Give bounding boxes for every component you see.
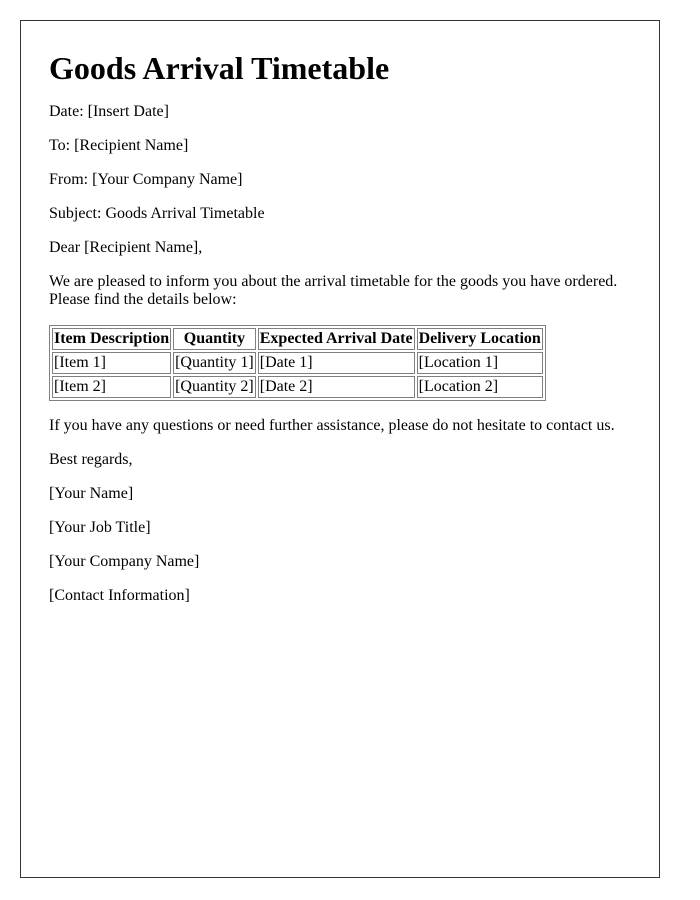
- table-row: [Item 2] [Quantity 2] [Date 2] [Location…: [52, 376, 543, 398]
- salutation: Dear [Recipient Name],: [49, 239, 203, 256]
- signature-company: [Your Company Name]: [49, 553, 200, 570]
- header-item-description: Item Description: [52, 328, 172, 350]
- signature-name: [Your Name]: [49, 485, 134, 502]
- header-quantity: Quantity: [173, 328, 256, 350]
- sign-off: Best regards,: [49, 451, 133, 468]
- intro-paragraph: We are pleased to inform you about the a…: [49, 273, 618, 308]
- cell-location: [Location 1]: [416, 352, 543, 374]
- cell-quantity: [Quantity 1]: [173, 352, 256, 374]
- cell-location: [Location 2]: [416, 376, 543, 398]
- from-line: From: [Your Company Name]: [49, 171, 243, 188]
- table-row: [Item 1] [Quantity 1] [Date 1] [Location…: [52, 352, 543, 374]
- subject-line: Subject: Goods Arrival Timetable: [49, 205, 265, 222]
- cell-quantity: [Quantity 2]: [173, 376, 256, 398]
- cell-date: [Date 1]: [257, 352, 415, 374]
- letter-page: Goods Arrival Timetable Date: [Insert Da…: [20, 20, 660, 878]
- document-title: Goods Arrival Timetable: [49, 50, 390, 86]
- date-line: Date: [Insert Date]: [49, 103, 169, 120]
- closing-note: If you have any questions or need furthe…: [49, 417, 615, 434]
- arrival-timetable: Item Description Quantity Expected Arriv…: [49, 325, 546, 401]
- cell-item: [Item 1]: [52, 352, 172, 374]
- signature-contact: [Contact Information]: [49, 587, 190, 604]
- table-header-row: Item Description Quantity Expected Arriv…: [52, 328, 543, 350]
- signature-job-title: [Your Job Title]: [49, 519, 151, 536]
- cell-item: [Item 2]: [52, 376, 172, 398]
- to-line: To: [Recipient Name]: [49, 137, 189, 154]
- header-expected-arrival-date: Expected Arrival Date: [257, 328, 415, 350]
- header-delivery-location: Delivery Location: [416, 328, 543, 350]
- cell-date: [Date 2]: [257, 376, 415, 398]
